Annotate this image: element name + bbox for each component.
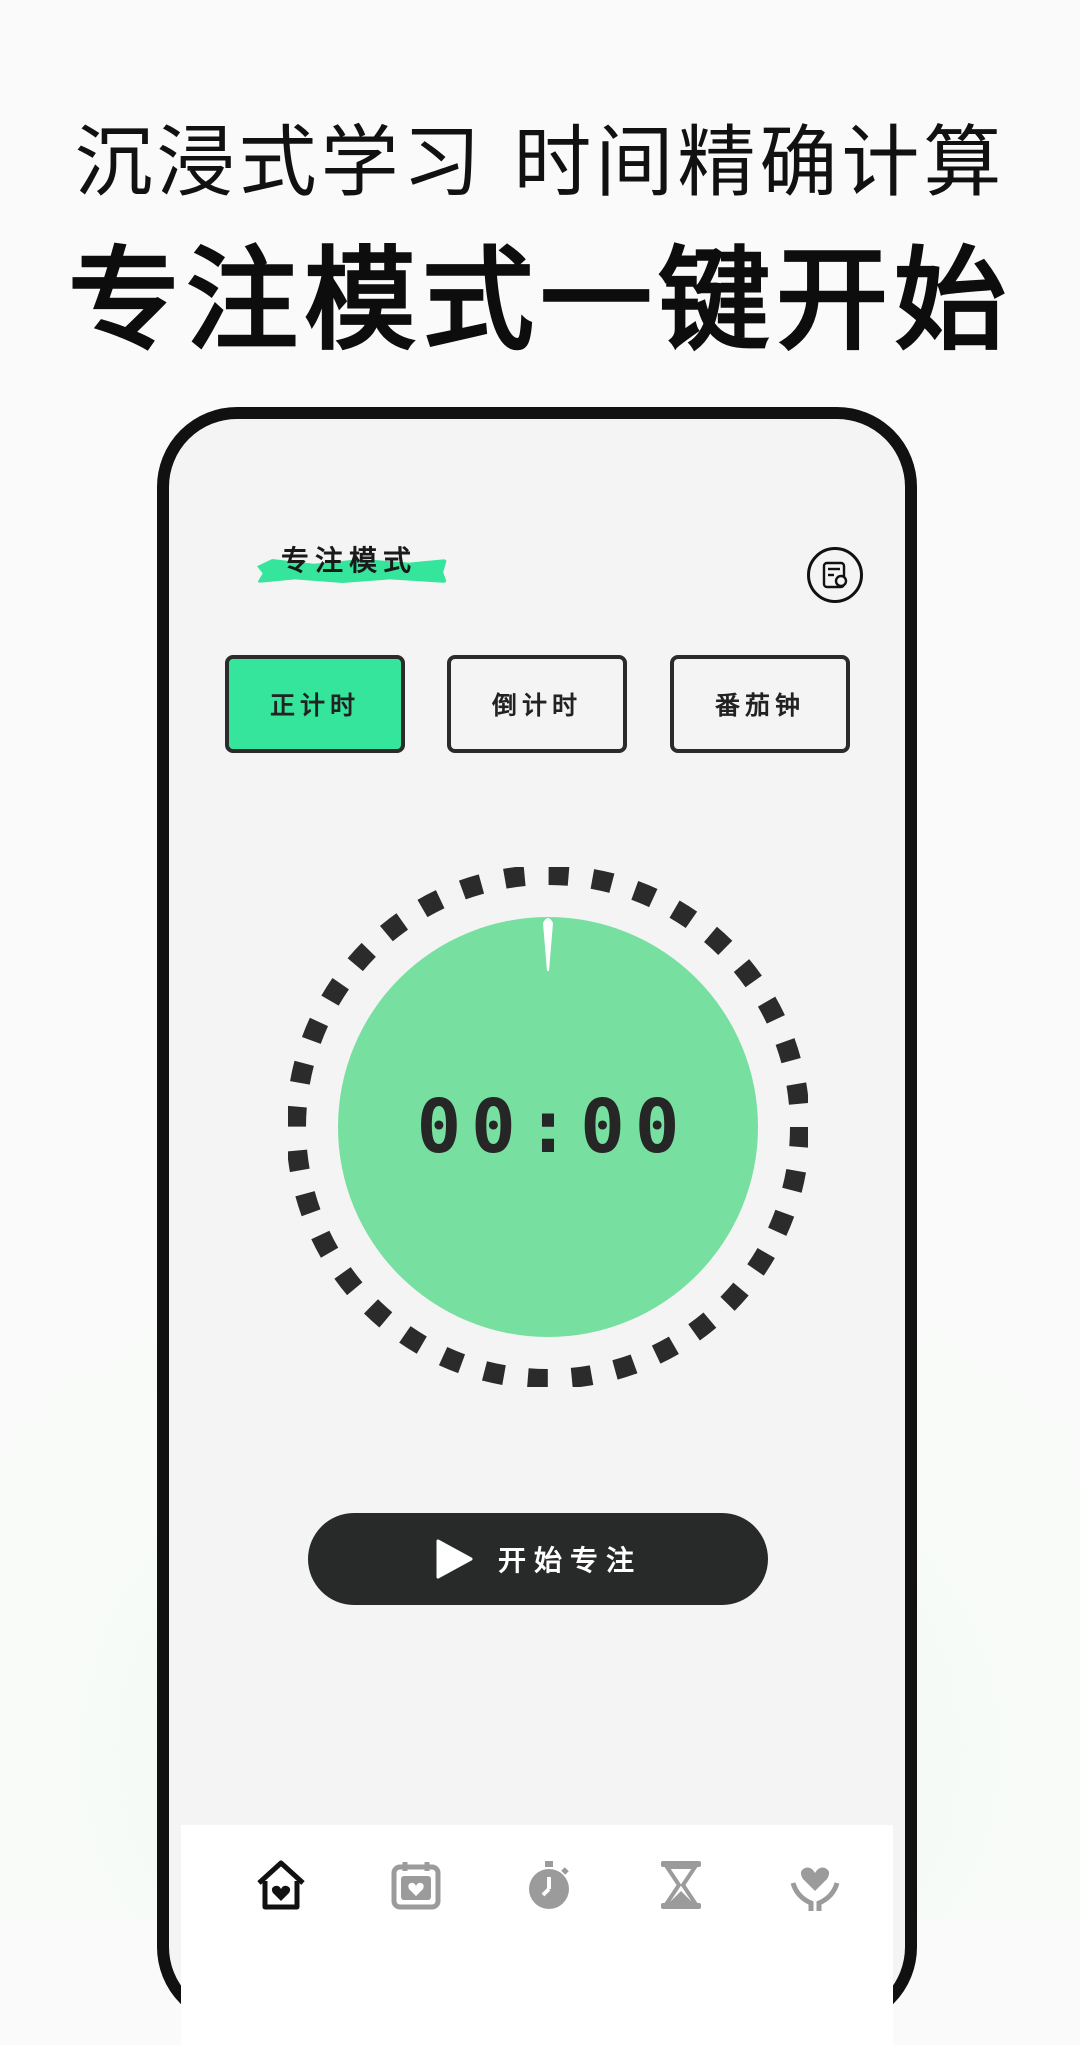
nav-hourglass[interactable] xyxy=(651,1855,711,1915)
promo-title: 专注模式一键开始 xyxy=(68,236,1012,366)
start-focus-label: 开始专注 xyxy=(497,1544,642,1577)
nav-calendar[interactable] xyxy=(386,1855,446,1915)
play-icon xyxy=(436,1539,473,1579)
timer-dial: 00:00 xyxy=(286,865,810,1389)
bottom-nav xyxy=(181,1825,893,2045)
record-calendar-icon xyxy=(822,561,848,589)
phone-frame: 专注模式 正计时 倒计时 番茄钟 00:00 开始专注 xyxy=(157,407,917,2045)
tab-countdown[interactable]: 倒计时 xyxy=(447,655,627,753)
page-title-text: 专注模式 xyxy=(281,544,418,577)
page-title: 专注模式 xyxy=(257,537,447,591)
home-heart-icon xyxy=(257,1860,305,1910)
nav-care[interactable] xyxy=(785,1855,845,1915)
record-button[interactable] xyxy=(807,547,863,603)
nav-home[interactable] xyxy=(251,1855,311,1915)
hand-heart-icon xyxy=(790,1867,840,1911)
promo-headline: 沉浸式学习 时间精确计算 xyxy=(74,118,1006,208)
tab-count-up[interactable]: 正计时 xyxy=(225,655,405,753)
timer-display: 00:00 xyxy=(416,1084,690,1170)
tab-pomodoro[interactable]: 番茄钟 xyxy=(670,655,850,753)
nav-stopwatch[interactable] xyxy=(519,1855,579,1915)
hourglass-icon xyxy=(661,1861,701,1909)
start-focus-button[interactable]: 开始专注 xyxy=(308,1513,768,1605)
mode-tabs: 正计时 倒计时 番茄钟 xyxy=(225,655,855,755)
stopwatch-icon xyxy=(529,1861,569,1909)
calendar-heart-icon xyxy=(391,1862,441,1910)
